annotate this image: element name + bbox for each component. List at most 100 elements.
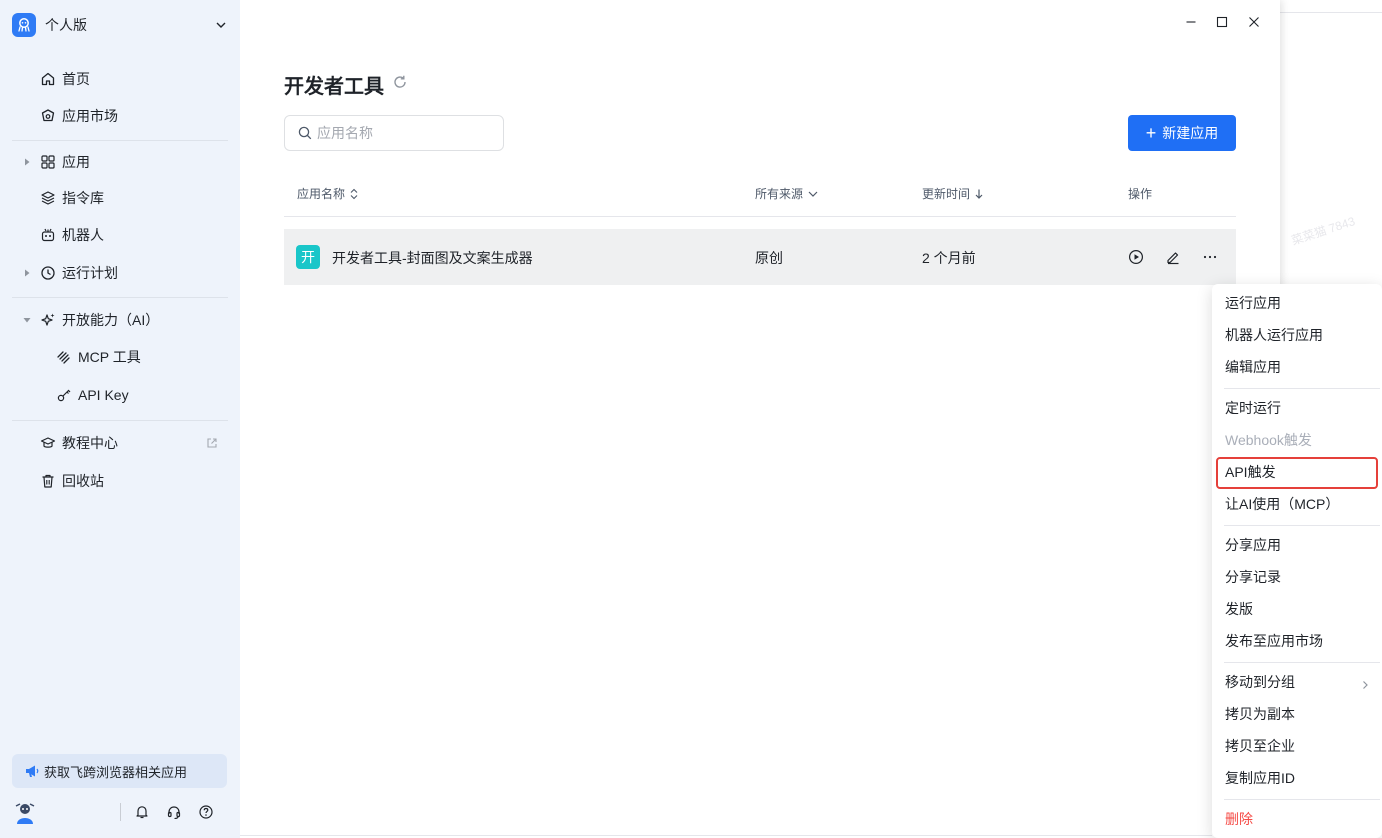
- search-input[interactable]: [317, 125, 487, 141]
- app-badge: 开: [296, 245, 320, 269]
- sidebar-item-tutorials[interactable]: 教程中心: [12, 426, 228, 460]
- avatar[interactable]: [12, 800, 38, 826]
- sidebar-divider: [12, 420, 228, 421]
- background-divider: [1280, 12, 1382, 13]
- sidebar-item-label: API Key: [78, 387, 129, 403]
- sidebar-item-label: MCP 工具: [78, 349, 141, 365]
- menu-divider: [1224, 388, 1380, 389]
- sidebar-item-trash[interactable]: 回收站: [12, 464, 228, 498]
- sidebar-item-label: 指令库: [62, 190, 104, 206]
- maximize-icon: [1216, 16, 1228, 28]
- menu-divider: [1224, 525, 1380, 526]
- search-icon: [298, 126, 312, 140]
- mcp-icon: [57, 351, 70, 364]
- refresh-icon[interactable]: [392, 74, 408, 90]
- sidebar-item-label: 回收站: [62, 473, 104, 489]
- app-name[interactable]: 开发者工具-封面图及文案生成器: [332, 248, 533, 268]
- menu-item-copy-enterprise[interactable]: 拷贝至企业: [1225, 735, 1295, 757]
- sidebar-item-open-ai[interactable]: 开放能力（AI）: [12, 303, 228, 337]
- column-header-actions: 操作: [1128, 185, 1152, 202]
- headset-icon[interactable]: [166, 804, 182, 820]
- sidebar-item-apps[interactable]: 应用: [12, 145, 228, 179]
- menu-item-mcp[interactable]: 让AI使用（MCP）: [1225, 493, 1339, 515]
- sidebar-item-api-key[interactable]: API Key: [12, 378, 228, 412]
- bottom-divider: [240, 835, 1212, 836]
- workspace-name: 个人版: [45, 17, 87, 33]
- menu-item-api-trigger[interactable]: API触发: [1225, 461, 1276, 483]
- chevron-down-icon: [216, 22, 226, 28]
- caret-down-icon[interactable]: [22, 315, 32, 325]
- sidebar-item-label: 应用市场: [62, 108, 118, 124]
- sidebar-item-label: 机器人: [62, 227, 104, 243]
- table-header-divider: [284, 216, 1236, 217]
- menu-item-copy-id[interactable]: 复制应用ID: [1225, 767, 1295, 789]
- column-label: 操作: [1128, 187, 1153, 201]
- edit-button[interactable]: [1164, 248, 1182, 266]
- graduation-cap-icon: [40, 437, 56, 448]
- menu-item-release[interactable]: 发版: [1225, 598, 1253, 620]
- caret-right-icon[interactable]: [22, 268, 32, 278]
- chevron-right-icon: [1363, 681, 1368, 689]
- sidebar-item-robot[interactable]: 机器人: [12, 218, 228, 252]
- caret-right-icon[interactable]: [22, 157, 32, 167]
- menu-item-share[interactable]: 分享应用: [1225, 534, 1281, 556]
- column-label: 应用名称: [297, 187, 346, 201]
- bell-icon[interactable]: [134, 804, 150, 820]
- menu-item-move-group[interactable]: 移动到分组: [1225, 671, 1295, 693]
- sidebar-item-home[interactable]: 首页: [12, 62, 228, 96]
- menu-item-schedule[interactable]: 定时运行: [1225, 397, 1281, 419]
- minimize-icon: [1186, 21, 1196, 23]
- sidebar-item-commands[interactable]: 指令库: [12, 181, 228, 215]
- home-icon: [41, 72, 55, 86]
- sidebar-item-market[interactable]: 应用市场: [12, 99, 228, 133]
- search-box[interactable]: [284, 115, 504, 151]
- sidebar-item-label: 运行计划: [62, 265, 118, 281]
- help-icon[interactable]: [198, 804, 214, 820]
- sidebar-item-mcp[interactable]: MCP 工具: [12, 340, 228, 374]
- close-icon: [1249, 17, 1259, 27]
- column-header-updated[interactable]: 更新时间: [922, 185, 984, 202]
- menu-divider: [1224, 799, 1380, 800]
- app-window: 个人版 首页 应用市场 应用 指令库 机器人 运行计划 开放能力（AI） MCP…: [0, 0, 1280, 838]
- trash-icon: [42, 474, 54, 488]
- play-icon: [1128, 249, 1144, 265]
- external-link-icon: [207, 438, 217, 448]
- maximize-button[interactable]: [1213, 13, 1231, 31]
- column-label: 更新时间: [922, 187, 971, 201]
- pencil-icon: [1167, 252, 1179, 265]
- menu-item-delete[interactable]: 删除: [1225, 808, 1253, 830]
- context-menu: 运行应用 机器人运行应用 编辑应用 定时运行 Webhook触发 API触发 让…: [1212, 284, 1382, 838]
- grid-icon: [41, 155, 55, 169]
- sidebar-item-label: 教程中心: [62, 435, 118, 451]
- menu-item-edit[interactable]: 编辑应用: [1225, 356, 1281, 378]
- page-title: 开发者工具: [284, 76, 384, 98]
- table-row[interactable]: 开 开发者工具-封面图及文案生成器 原创 2 个月前: [284, 229, 1236, 285]
- run-button[interactable]: [1127, 248, 1145, 266]
- workspace-switcher[interactable]: 个人版: [12, 12, 228, 38]
- minimize-button[interactable]: [1182, 13, 1200, 31]
- sidebar-item-label: 应用: [62, 154, 90, 170]
- menu-divider: [1224, 662, 1380, 663]
- column-header-source[interactable]: 所有来源: [755, 185, 819, 202]
- menu-item-share-records[interactable]: 分享记录: [1225, 566, 1281, 588]
- close-button[interactable]: [1245, 13, 1263, 31]
- sidebar-divider: [12, 297, 228, 298]
- promo-banner[interactable]: 获取飞跨浏览器相关应用: [12, 754, 227, 788]
- more-button[interactable]: [1201, 248, 1219, 266]
- sparkle-icon: [41, 313, 55, 326]
- more-icon: [1203, 255, 1217, 259]
- sidebar-item-schedule[interactable]: 运行计划: [12, 256, 228, 290]
- menu-item-publish-market[interactable]: 发布至应用市场: [1225, 630, 1323, 652]
- column-label: 所有来源: [755, 187, 804, 201]
- sidebar-footer: [0, 796, 240, 828]
- market-icon: [41, 109, 55, 122]
- app-logo-icon: [12, 13, 36, 37]
- new-app-button[interactable]: + 新建应用: [1128, 115, 1236, 151]
- column-header-name[interactable]: 应用名称: [297, 185, 359, 202]
- menu-item-copy[interactable]: 拷贝为副本: [1225, 703, 1295, 725]
- sidebar-divider: [12, 140, 228, 141]
- key-icon: [57, 389, 71, 402]
- menu-item-robot-run[interactable]: 机器人运行应用: [1225, 324, 1323, 346]
- menu-item-run[interactable]: 运行应用: [1225, 292, 1281, 314]
- arrow-down-icon: [975, 189, 983, 199]
